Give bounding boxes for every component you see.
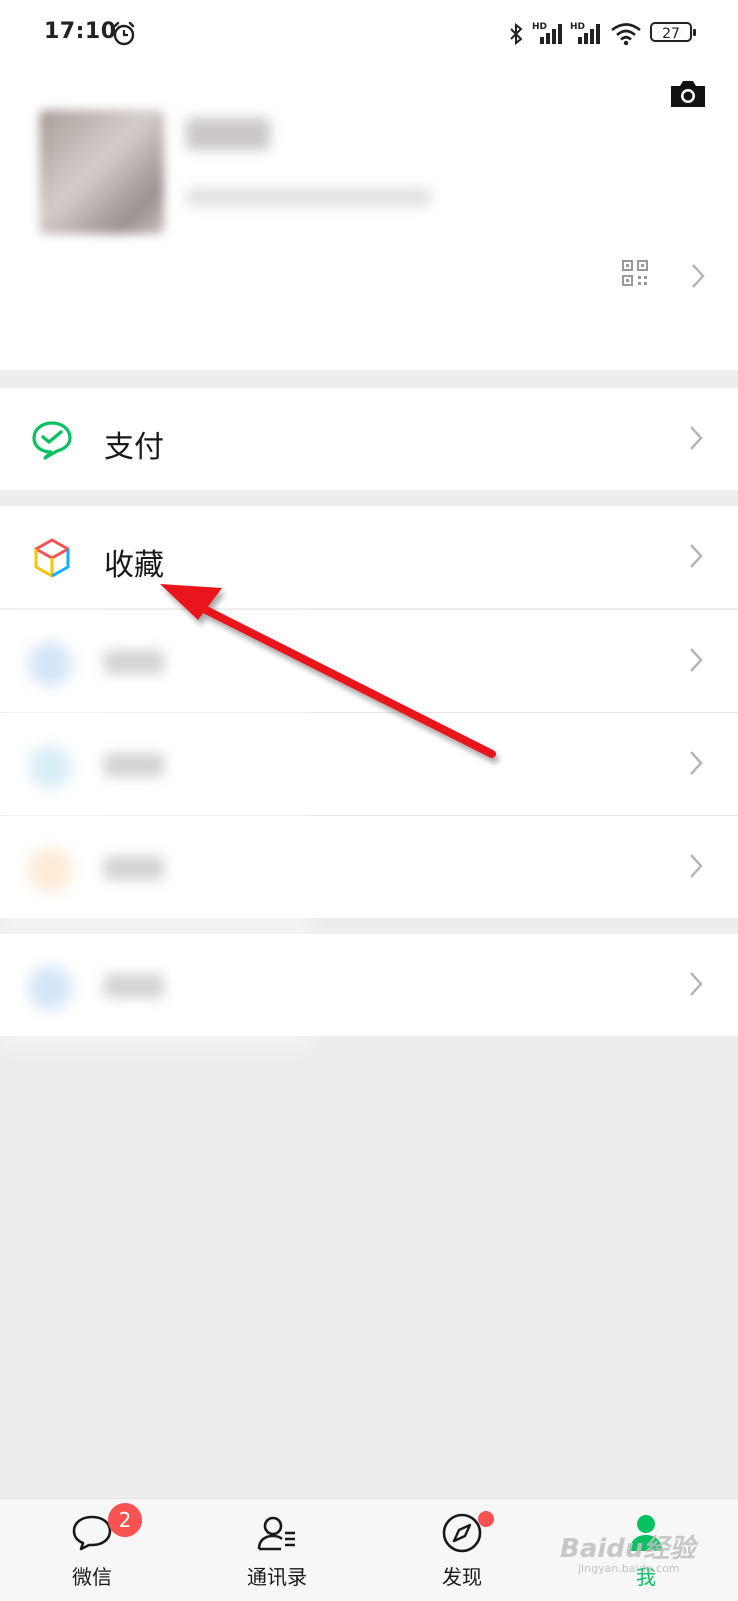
chevron-right-icon <box>690 544 703 568</box>
annotation-arrow <box>160 584 496 758</box>
tab-contacts[interactable]: 通讯录 <box>217 1499 337 1601</box>
tab-contacts-label: 通讯录 <box>247 1565 307 1589</box>
bluetooth-icon <box>510 22 523 46</box>
profile-blur-overlay <box>40 90 440 320</box>
menu-item-pay[interactable]: 支付 <box>0 388 738 490</box>
battery-icon: 27 <box>650 22 696 42</box>
chevron-right-icon <box>690 426 703 450</box>
svg-text:HD: HD <box>570 22 585 32</box>
qr-code-icon[interactable] <box>622 260 648 286</box>
new-dot <box>478 1511 494 1527</box>
chevron-right-icon <box>690 648 703 672</box>
svg-text:HD: HD <box>532 22 547 32</box>
camera-icon[interactable] <box>668 78 708 110</box>
unread-badge: 2 <box>108 1503 142 1537</box>
alarm-icon <box>113 21 135 46</box>
status-time: 17:10 <box>44 19 117 44</box>
tab-chats-label: 微信 <box>72 1565 112 1589</box>
wechat-pay-icon <box>32 421 72 460</box>
chevron-right-icon <box>690 751 703 775</box>
wifi-icon <box>611 23 641 46</box>
tab-chats[interactable]: 2 微信 <box>32 1499 152 1601</box>
watermark-url: jingyan.baidu.com <box>578 1562 680 1575</box>
signal-hd-icon: HD <box>532 22 562 44</box>
menu-item-pay-label: 支付 <box>104 430 164 465</box>
chevron-right-icon[interactable] <box>690 262 706 290</box>
chevron-right-icon <box>690 972 703 996</box>
watermark: Baidu经验 <box>560 1534 696 1564</box>
chevron-right-icon <box>690 854 703 878</box>
tab-discover-label: 发现 <box>442 1565 482 1589</box>
signal-hd-icon: HD <box>570 22 600 44</box>
favorites-cube-icon <box>34 538 70 578</box>
contacts-icon <box>257 1516 295 1551</box>
status-bar: 17:10 HD HD 27 <box>0 0 738 70</box>
tab-discover[interactable]: 发现 <box>402 1499 522 1601</box>
